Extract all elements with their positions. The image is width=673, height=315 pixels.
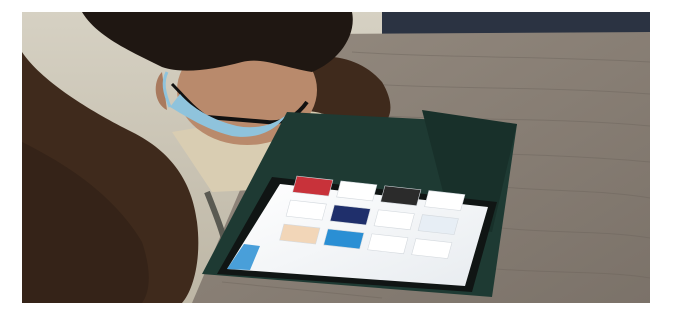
photo-illustration xyxy=(22,12,650,303)
screen-tile xyxy=(373,209,415,231)
screen-tile xyxy=(279,223,321,245)
screen-tile xyxy=(380,185,422,207)
photograph xyxy=(22,12,650,303)
screen-tile xyxy=(292,175,334,197)
screen-tile xyxy=(323,228,365,250)
screen-tile xyxy=(417,214,459,235)
screen-tile xyxy=(285,199,327,221)
screen-tile xyxy=(336,180,378,202)
photo-frame xyxy=(0,0,673,315)
screen-tile xyxy=(367,233,409,255)
screen-tile xyxy=(329,204,371,226)
screen-tile xyxy=(411,238,453,259)
screen-tile xyxy=(424,190,466,211)
